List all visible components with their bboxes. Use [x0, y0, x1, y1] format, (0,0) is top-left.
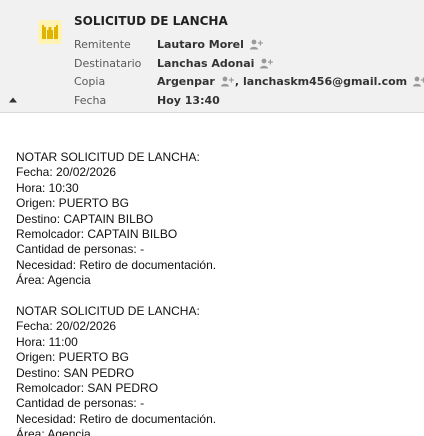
- lighthouse-mail-icon: [38, 20, 62, 44]
- recipient-name[interactable]: Lanchas Adonai: [157, 57, 254, 70]
- request-date: Fecha: 20/02/2026: [16, 165, 117, 180]
- cc-email-2[interactable]: lanchaskm456@gmail.com: [243, 75, 407, 88]
- message-subject: SOLICITUD DE LANCHA: [74, 14, 228, 28]
- cc-name-1[interactable]: Argenpar: [157, 75, 215, 88]
- add-contact-icon[interactable]: [259, 58, 274, 69]
- request-area: Área: Agencia: [16, 273, 91, 288]
- caret-up-icon[interactable]: [8, 96, 18, 104]
- request-destination: Destino: CAPTAIN BILBO: [16, 211, 154, 226]
- request-people-count: Cantidad de personas: -: [16, 396, 145, 411]
- request-date: Fecha: 20/02/2026: [16, 319, 117, 334]
- add-contact-icon[interactable]: [220, 76, 234, 87]
- request-destination: Destino: SAN PEDRO: [16, 365, 135, 380]
- request-origin: Origen: PUERTO BG: [16, 350, 129, 365]
- sender-name[interactable]: Lautaro Morel: [157, 38, 244, 51]
- fecha-label: Fecha: [74, 94, 107, 107]
- cc-separator: ,: [234, 75, 240, 88]
- add-contact-icon[interactable]: [412, 76, 424, 87]
- request-need: Necesidad: Retiro de documentación.: [16, 257, 217, 272]
- add-contact-icon[interactable]: [249, 39, 263, 50]
- destinatario-value: Lanchas Adonai: [157, 57, 274, 70]
- message-date: Hoy 13:40: [157, 94, 220, 107]
- remitente-value: Lautaro Morel: [157, 38, 263, 51]
- request-tug: Remolcador: CAPTAIN BILBO: [16, 227, 178, 242]
- destinatario-label: Destinatario: [74, 57, 142, 70]
- request-block: NOTAR SOLICITUD DE LANCHA: Fecha: 20/02/…: [16, 304, 416, 436]
- message-header: SOLICITUD DE LANCHA Remitente Lautaro Mo…: [0, 0, 424, 113]
- request-tug: Remolcador: SAN PEDRO: [16, 381, 159, 396]
- request-title: NOTAR SOLICITUD DE LANCHA:: [16, 304, 200, 319]
- copia-value: Argenpar , lanchaskm456@gmail.com: [157, 75, 424, 88]
- fecha-value: Hoy 13:40: [157, 94, 220, 107]
- request-need: Necesidad: Retiro de documentación.: [16, 411, 217, 426]
- request-time: Hora: 11:00: [16, 334, 78, 349]
- request-origin: Origen: PUERTO BG: [16, 196, 129, 211]
- copia-label: Copia: [74, 75, 106, 88]
- request-title: NOTAR SOLICITUD DE LANCHA:: [16, 150, 200, 164]
- remitente-label: Remitente: [74, 38, 131, 51]
- request-block: NOTAR SOLICITUD DE LANCHA: Fecha: 20/02/…: [16, 150, 416, 289]
- request-time: Hora: 10:30: [16, 180, 79, 195]
- message-body: NOTAR SOLICITUD DE LANCHA: Fecha: 20/02/…: [16, 150, 416, 436]
- request-people-count: Cantidad de personas: -: [16, 242, 145, 257]
- request-area: Área: Agencia: [16, 427, 91, 436]
